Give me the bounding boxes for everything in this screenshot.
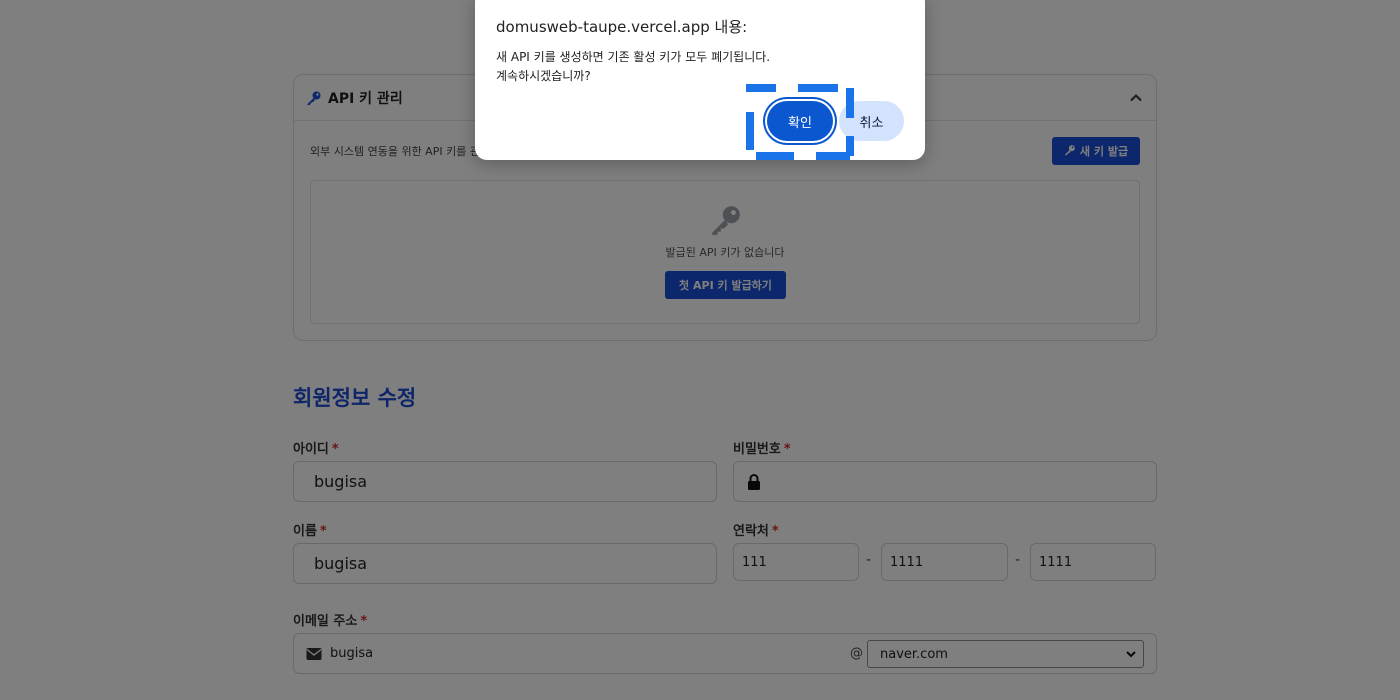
focus-marker [746, 84, 854, 160]
dialog-title: domusweb-taupe.vercel.app 내용: [496, 18, 748, 36]
confirm-dialog: domusweb-taupe.vercel.app 내용: 새 API 키를 생… [475, 0, 925, 160]
dialog-message: 새 API 키를 생성하면 기존 활성 키가 모두 폐기됩니다. 계속하시겠습니… [496, 50, 771, 83]
